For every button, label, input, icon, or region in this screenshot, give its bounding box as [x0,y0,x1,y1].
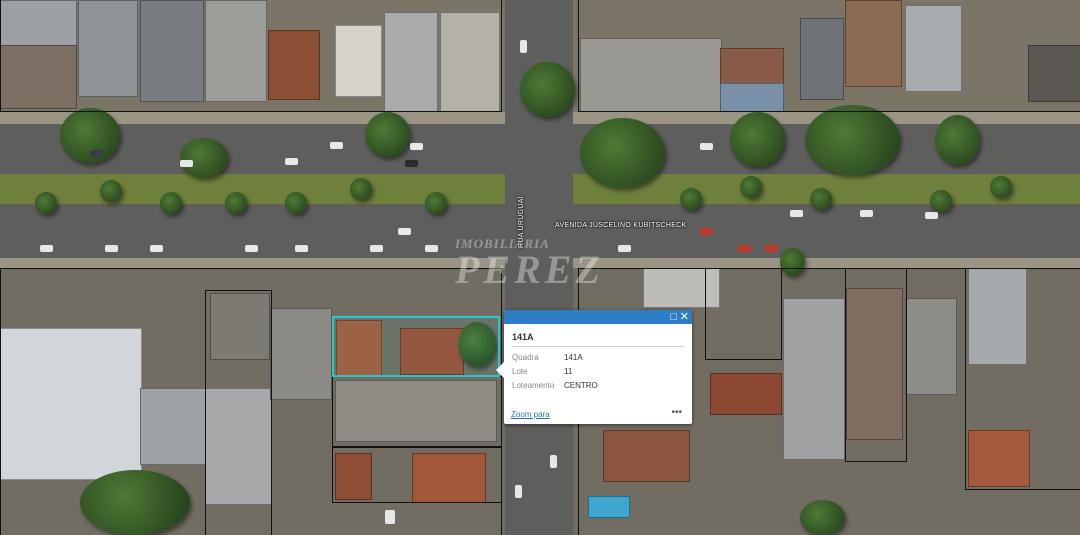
car [550,455,557,468]
popup-title: 141A [512,332,534,342]
palm-tree [225,192,247,214]
car [925,212,938,219]
field-value-quadra: 141A [564,353,583,362]
car [738,245,751,252]
car [765,245,778,252]
car [180,160,193,167]
palm-tree [160,192,182,214]
field-label-loteamento: Loteamento [512,381,555,390]
tree [180,138,228,178]
tree [365,112,410,157]
popup-pointer [496,362,504,378]
car [405,160,418,167]
field-value-loteamento: CENTRO [564,381,598,390]
tree [805,105,900,175]
car [90,150,103,157]
parcel-boundary [965,268,1080,490]
street-label-avenue: AVENIDA JUSCELINO KUBITSCHECK [555,222,687,229]
palm-tree [740,176,762,198]
palm-tree [100,180,122,202]
palm-tree [990,176,1012,198]
parcel-info-popup: □ ✕ 141A Quadra 141A Lote 11 Loteamento … [496,310,692,424]
palm-tree [680,188,702,210]
parcel-boundary [845,268,907,462]
palm-tree [285,192,307,214]
tree [520,62,575,117]
car [790,210,803,217]
watermark-logo: PEREZ [455,247,604,292]
palm-tree [425,192,447,214]
parcel-boundary [705,268,782,360]
car [40,245,53,252]
parcel-boundary [332,376,502,448]
field-value-lote: 11 [564,367,573,376]
palm-tree [930,190,952,212]
tree [730,112,785,167]
car [425,245,438,252]
parcel-boundary [578,0,1080,112]
more-options-icon[interactable]: ••• [671,407,682,418]
palm-tree [350,178,372,200]
car [398,228,411,235]
car [618,245,631,252]
car [520,40,527,53]
parcel-boundary [205,290,272,535]
maximize-icon[interactable]: □ [670,311,677,323]
car [245,245,258,252]
palm-tree [810,188,832,210]
parcel-boundary [0,0,502,112]
palm-tree [35,192,57,214]
selected-parcel-highlight[interactable] [332,316,500,377]
car [105,245,118,252]
popup-divider [512,346,684,347]
parcel-boundary [332,446,502,503]
car [515,485,522,498]
satellite-map[interactable]: IMOBILIÁRIA PEREZ AVENIDA JUSCELINO KUBI… [0,0,1080,535]
car [150,245,163,252]
field-label-lote: Lote [512,367,528,376]
car [285,158,298,165]
car [860,210,873,217]
car [700,228,713,235]
car [295,245,308,252]
zoom-to-link[interactable]: Zoom para [511,410,550,419]
field-label-quadra: Quadra [512,353,539,362]
tree [935,115,980,165]
car [370,245,383,252]
close-icon[interactable]: ✕ [680,311,689,323]
car [700,143,713,150]
street-label-vertical: RUA URUGUAI [518,196,525,248]
car [410,143,423,150]
popup-header: □ ✕ [504,310,692,324]
tree [580,118,665,188]
car [330,142,343,149]
